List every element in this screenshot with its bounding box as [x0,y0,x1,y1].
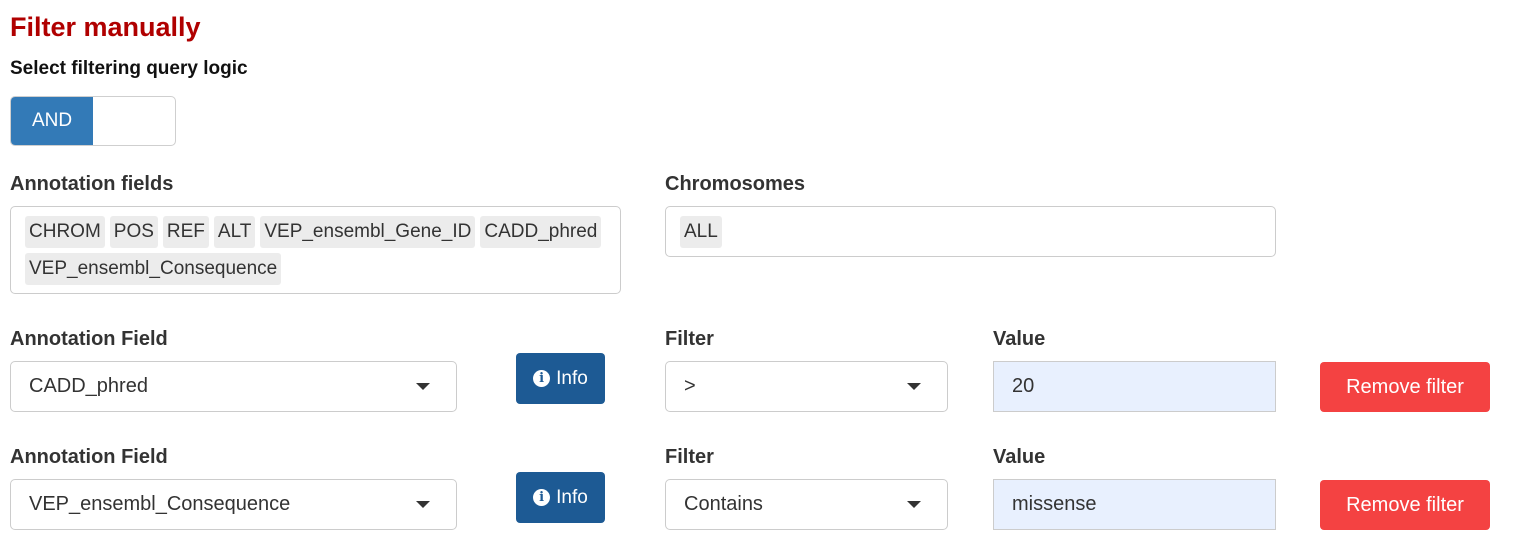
annotation-field-select-1[interactable]: CADD_phred [10,361,457,412]
filter-label-1: Filter [665,328,714,350]
chromosomes-select[interactable]: ALL [665,206,1276,257]
tag-alt[interactable]: ALT [213,216,256,248]
info-circle-icon: i [533,370,551,387]
remove-filter-button-2[interactable]: Remove filter [1320,480,1490,530]
tag-cadd-phred[interactable]: CADD_phred [480,216,602,248]
chromosomes-label: Chromosomes [665,173,806,195]
chevron-down-icon [416,383,430,390]
value-label-1: Value [993,328,1046,350]
annotation-field-value-1: CADD_phred [29,375,148,397]
info-button-2[interactable]: i Info [516,472,605,523]
tag-chrom[interactable]: CHROM [25,216,105,248]
value-label-2: Value [993,446,1046,468]
filter-operator-select-1[interactable]: > [665,361,948,412]
page-title: Filter manually [10,12,201,42]
annotation-field-label-2: Annotation Field [10,446,168,468]
info-button-label-2: Info [556,486,588,508]
tag-vep-consequence[interactable]: VEP_ensembl_Consequence [25,253,282,285]
tag-vep-gene-id[interactable]: VEP_ensembl_Gene_ID [260,216,476,248]
query-logic-toggle[interactable]: AND [10,96,176,146]
value-input-1[interactable] [993,361,1276,412]
filter-operator-value-2: Contains [684,493,763,515]
tag-ref[interactable]: REF [162,216,209,248]
filter-label-2: Filter [665,446,714,468]
annotation-field-label-1: Annotation Field [10,328,168,350]
query-logic-label: Select filtering query logic [10,58,248,79]
chevron-down-icon [416,501,430,508]
toggle-and-label: AND [11,97,93,145]
filter-operator-select-2[interactable]: Contains [665,479,948,530]
annotation-field-value-2: VEP_ensembl_Consequence [29,493,291,515]
chevron-down-icon [907,501,921,508]
tag-all[interactable]: ALL [680,216,722,248]
annotation-fields-label: Annotation fields [10,173,174,195]
info-circle-icon: i [533,489,551,506]
annotation-fields-select[interactable]: CHROM POS REF ALT VEP_ensembl_Gene_ID CA… [10,206,621,294]
info-button-1[interactable]: i Info [516,353,605,404]
value-input-2[interactable] [993,479,1276,530]
remove-filter-button-1[interactable]: Remove filter [1320,362,1490,412]
annotation-field-select-2[interactable]: VEP_ensembl_Consequence [10,479,457,530]
tag-pos[interactable]: POS [109,216,158,248]
chevron-down-icon [907,383,921,390]
info-button-label-1: Info [556,367,588,389]
filter-operator-value-1: > [684,375,696,397]
